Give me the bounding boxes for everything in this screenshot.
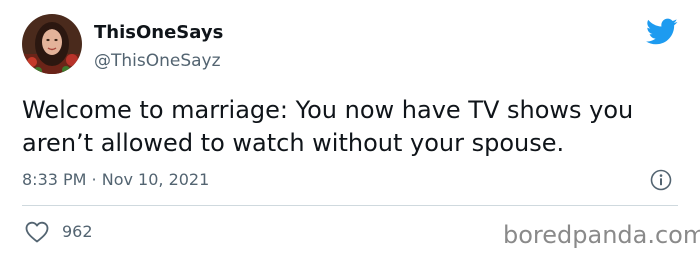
display-name[interactable]: ThisOneSays: [94, 22, 223, 44]
info-icon[interactable]: [650, 169, 672, 191]
heart-icon[interactable]: [24, 220, 50, 244]
divider: [22, 205, 678, 206]
twitter-bird-icon[interactable]: [646, 18, 678, 46]
tweet-card: ThisOneSays @ThisOneSayz Welcome to marr…: [0, 0, 700, 257]
like-count: 962: [62, 222, 93, 241]
user-handle[interactable]: @ThisOneSayz: [94, 50, 221, 72]
tweet-timestamp[interactable]: 8:33 PM · Nov 10, 2021: [22, 170, 209, 190]
source-watermark: boredpanda.com: [503, 221, 700, 249]
avatar[interactable]: [22, 14, 82, 74]
tweet-text: Welcome to marriage: You now have TV sho…: [22, 96, 634, 157]
